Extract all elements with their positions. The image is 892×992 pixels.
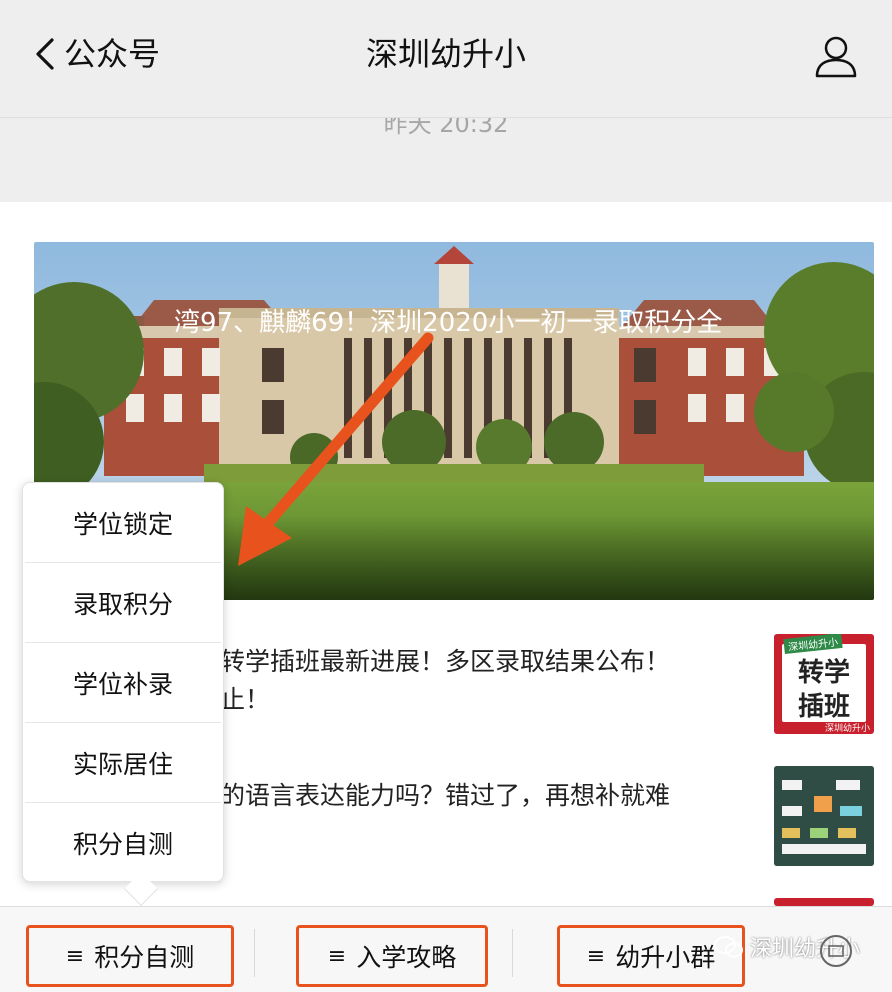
tab-label: 入学攻略 (356, 943, 457, 972)
tab-label: 幼升小群 (615, 943, 716, 972)
mindmap-thumbnail-graphic (774, 766, 874, 866)
divider (254, 929, 255, 977)
list-item-title-line2: 止！ (220, 685, 271, 714)
submenu-item-actual-residence[interactable]: 实际居住 (25, 723, 221, 803)
tab-points-self-test[interactable]: ≡ 积分自测 (26, 925, 234, 987)
profile-icon[interactable] (814, 34, 858, 78)
thumb-line2: 插班 (797, 692, 850, 722)
hero-title: 湾97、麒麟69！深圳2020小一初一录取积分全 (174, 308, 723, 338)
list-item-title: 的语言表达能力吗？错过了，再想补就难 (220, 781, 671, 810)
timestamp-strip: 昨天 20:32 (0, 118, 892, 202)
tab-label: 积分自测 (94, 943, 195, 972)
thumb-footer: 深圳幼升小 (824, 724, 870, 734)
submenu-item-admission-points[interactable]: 录取积分 (25, 563, 221, 643)
bottom-menu-bar: ≡ 积分自测 ≡ 入学攻略 ≡ 幼升小群 深圳幼升小 (0, 906, 892, 992)
submenu-popup: 学位锁定 录取积分 学位补录 实际居住 积分自测 (22, 482, 224, 906)
submenu-item-supplementary-admission[interactable]: 学位补录 (25, 643, 221, 723)
message-time: 昨天 20:32 (383, 118, 509, 138)
wechat-icon (714, 936, 743, 958)
divider (512, 929, 513, 977)
menu-icon: ≡ (65, 943, 85, 969)
thumb-line1: 转学 (797, 658, 850, 688)
submenu-item-points-self-test[interactable]: 积分自测 (25, 803, 221, 883)
top-nav-bar: 公众号 深圳幼升小 (0, 0, 892, 118)
submenu-item-degree-lock[interactable]: 学位锁定 (25, 483, 221, 563)
menu-icon: ≡ (327, 943, 347, 969)
list-item-thumbnail (774, 898, 874, 906)
tab-admission-guide[interactable]: ≡ 入学攻略 (296, 925, 488, 987)
list-item-thumbnail (774, 766, 874, 866)
page-title: 深圳幼升小 (365, 35, 526, 73)
keyboard-toggle-icon[interactable] (818, 933, 854, 969)
list-item-title: 转学插班最新进展！多区录取结果公布！ (220, 647, 671, 676)
list-item-thumbnail: 深圳幼升小 转学 插班 深圳幼升小 (774, 634, 874, 734)
menu-icon: ≡ (586, 943, 606, 969)
list-item[interactable] (34, 896, 874, 906)
